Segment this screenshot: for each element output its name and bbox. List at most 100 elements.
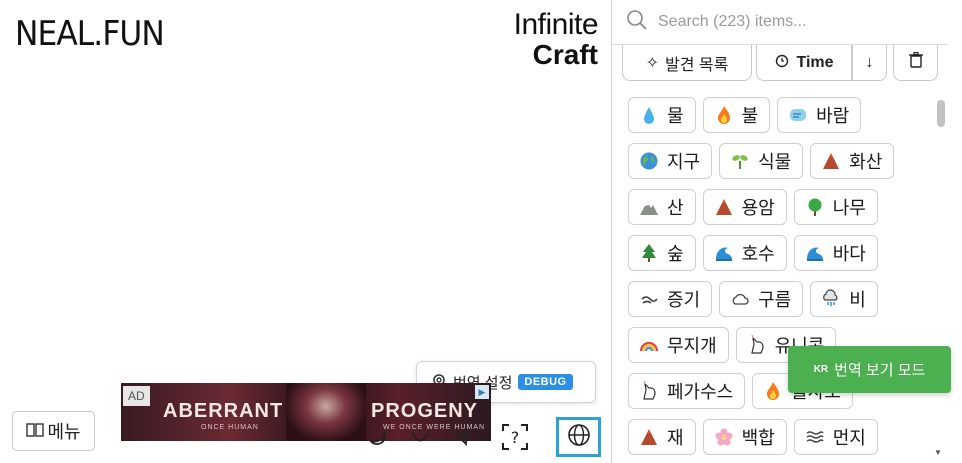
earth-globe-icon <box>639 151 659 171</box>
item-chip[interactable]: 백합 <box>702 419 787 455</box>
item-chip[interactable]: 비 <box>810 281 878 317</box>
wind-icon <box>788 105 808 125</box>
item-chip[interactable]: 무지개 <box>628 327 729 363</box>
item-chip[interactable]: 증기 <box>628 281 713 317</box>
fire-icon <box>714 105 734 125</box>
items-row: 재 백합 먼지 <box>628 419 932 455</box>
item-chip[interactable]: 용암 <box>702 189 787 225</box>
item-label: 화산 <box>849 152 883 172</box>
ad-label: AD <box>123 386 150 406</box>
item-label: 바람 <box>816 106 850 126</box>
mountain-icon <box>639 197 659 217</box>
item-chip[interactable]: 나무 <box>793 189 878 225</box>
items-row: 산 용암 나무 <box>628 189 932 225</box>
scrollbar[interactable]: ▼ <box>934 100 946 460</box>
menu-label: 메뉴 <box>47 422 81 442</box>
sort-time-button[interactable]: Time <box>756 45 852 81</box>
ad-title-left: ABERRANT <box>163 400 284 422</box>
alarm-clock-icon <box>774 52 790 73</box>
item-label: 무지개 <box>667 336 717 356</box>
item-chip[interactable]: 바다 <box>793 235 878 271</box>
scroll-down-arrow[interactable]: ▼ <box>934 448 942 457</box>
moon-icon[interactable] <box>362 420 392 450</box>
item-chip[interactable]: 구름 <box>719 281 804 317</box>
item-chip[interactable]: 산 <box>628 189 696 225</box>
item-chip[interactable]: 먼지 <box>793 419 878 455</box>
delete-button[interactable] <box>893 45 938 81</box>
trash-icon <box>908 51 923 73</box>
items-row: 물 불 바람 <box>628 97 932 133</box>
debug-badge: DEBUG <box>518 374 573 390</box>
advertisement-banner[interactable]: AD ABERRANT ONCE HUMAN PROGENY WE ONCE W… <box>121 383 491 441</box>
help-icon[interactable]: ? <box>500 422 530 452</box>
item-chip[interactable]: 숲 <box>628 235 696 271</box>
item-chip[interactable]: 페가수스 <box>628 373 746 409</box>
volcano-icon <box>714 197 734 217</box>
search-input[interactable]: Search (223) items... <box>658 13 807 31</box>
sort-direction-button[interactable]: ↓ <box>852 45 887 81</box>
item-chip[interactable]: 불 <box>702 97 771 133</box>
item-label: 바다 <box>832 244 866 264</box>
rain-cloud-icon <box>821 289 841 309</box>
sort-time-label: Time <box>796 53 834 71</box>
item-label: 비 <box>849 290 866 310</box>
steam-icon <box>639 289 659 309</box>
wave-icon <box>805 243 825 263</box>
brand-line2: Craft <box>532 39 598 70</box>
volcano-icon <box>639 427 659 447</box>
unicorn-icon <box>639 381 659 401</box>
item-label: 재 <box>667 428 684 448</box>
adchoices-icon[interactable]: ▶ <box>475 385 489 399</box>
item-chip[interactable]: 바람 <box>777 97 862 133</box>
item-label: 지구 <box>667 152 701 172</box>
brush-icon[interactable] <box>405 420 435 450</box>
toast-label: 번역 보기 모드 <box>834 362 926 379</box>
item-label: 먼지 <box>832 428 866 448</box>
cloud-icon <box>730 289 750 309</box>
book-icon <box>26 422 45 440</box>
search-icon <box>626 9 648 36</box>
item-label: 용암 <box>741 198 775 218</box>
item-chip[interactable]: 화산 <box>810 143 895 179</box>
svg-text:?: ? <box>511 428 520 447</box>
wave-icon <box>714 243 734 263</box>
item-chip[interactable]: 호수 <box>702 235 787 271</box>
items-row: 증기 구름 비 <box>628 281 932 317</box>
neal-fun-logo[interactable]: NEAL.FUN <box>15 14 165 54</box>
item-label: 증기 <box>667 290 701 310</box>
item-label: 나무 <box>832 198 866 218</box>
item-label: 물 <box>667 106 684 126</box>
item-chip[interactable]: 식물 <box>719 143 804 179</box>
ad-subtitle-left: ONCE HUMAN <box>201 424 259 431</box>
items-row: 지구 식물 화산 <box>628 143 932 179</box>
brand-line1: Infinite <box>513 8 599 41</box>
scrollbar-thumb[interactable] <box>937 100 945 127</box>
item-chip[interactable]: 재 <box>628 419 696 455</box>
language-button[interactable] <box>556 417 601 457</box>
item-chip[interactable]: 물 <box>628 97 696 133</box>
evergreen-tree-icon <box>639 243 659 263</box>
water-drop-icon <box>639 105 659 125</box>
discoveries-label: 발견 목록 <box>665 56 729 74</box>
infinite-craft-brand: Infinite Craft <box>500 8 599 70</box>
items-sidebar: Search (223) items... ✧ 발견 목록 Time ↓ 물불바… <box>611 0 962 463</box>
translation-view-toast[interactable]: KR 번역 보기 모드 <box>788 346 951 393</box>
seedling-icon <box>730 151 750 171</box>
blossom-icon <box>714 427 734 447</box>
search-bar[interactable]: Search (223) items... <box>612 0 948 45</box>
item-label: 페가수스 <box>667 382 734 402</box>
discoveries-button[interactable]: ✧ 발견 목록 <box>622 45 752 81</box>
sound-icon[interactable] <box>450 420 480 450</box>
item-label: 호수 <box>741 244 775 264</box>
app-root: NEAL.FUN Infinite Craft 번역 설정 DEBUG AD A… <box>0 0 962 463</box>
rainbow-icon <box>639 335 659 355</box>
globe-icon <box>567 423 591 452</box>
arrow-down-icon: ↓ <box>865 53 874 71</box>
item-label: 숲 <box>667 244 684 264</box>
item-label: 식물 <box>758 152 792 172</box>
menu-button[interactable]: 메뉴 <box>12 411 95 451</box>
item-label: 구름 <box>758 290 792 310</box>
item-label: 백합 <box>741 428 775 448</box>
item-chip[interactable]: 지구 <box>628 143 713 179</box>
volcano-icon <box>821 151 841 171</box>
